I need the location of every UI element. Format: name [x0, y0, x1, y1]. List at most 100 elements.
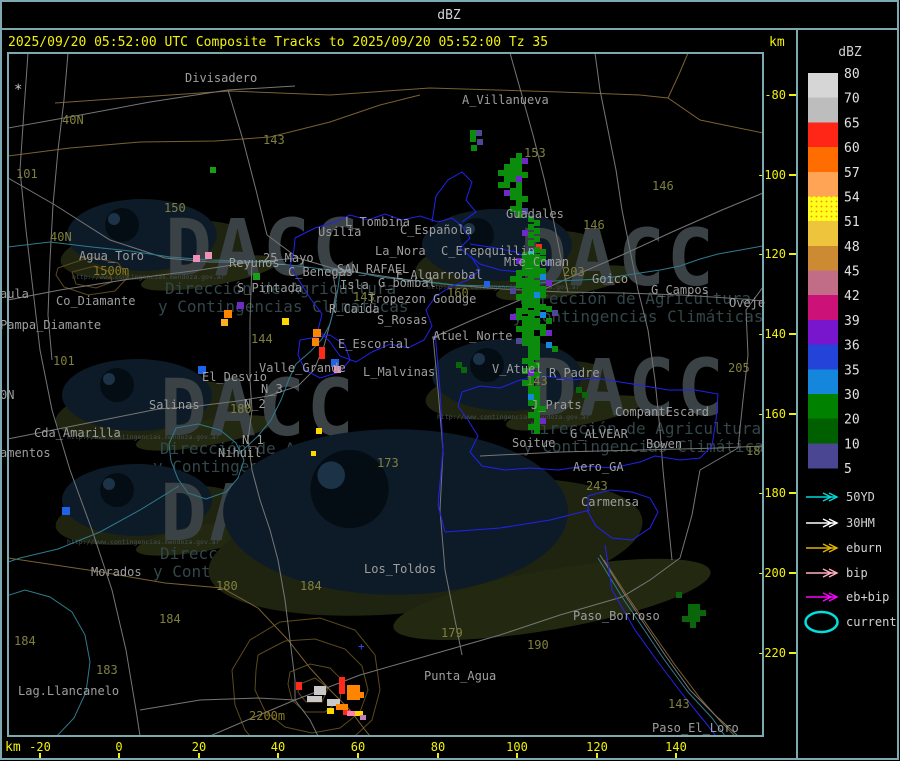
bottom-axis-tick-label: 60 [351, 740, 365, 754]
right-axis-tick-label: -100 [757, 168, 786, 182]
radar-echo-cell [522, 308, 528, 314]
track-marker [316, 428, 322, 434]
radar-echo-cell [528, 302, 534, 308]
place-label: E_Escorial [338, 337, 410, 351]
legend-label: 50YD [846, 490, 875, 504]
place-label: C_Española [400, 223, 472, 237]
place-label: Los_Toldos [364, 562, 436, 576]
radar-echo-cell [522, 278, 528, 284]
radar-echo-cell [528, 334, 534, 340]
radar-echo-cell [528, 412, 534, 418]
radar-echo-cell [576, 387, 582, 393]
radar-echo-cell [510, 158, 516, 164]
radar-echo-cell [528, 272, 534, 278]
km-unit-bottom: km [5, 740, 21, 755]
track-marker [253, 273, 260, 280]
radar-echo-cell [510, 288, 516, 294]
track-marker [327, 708, 334, 714]
colorbar-value-label: 48 [844, 240, 860, 255]
route-label: 146 [652, 179, 674, 193]
track-marker [224, 310, 232, 318]
track-marker [307, 696, 322, 702]
watermark-eye-glint [103, 373, 115, 385]
place-label: Cda_Amarilla [34, 426, 121, 440]
place-label: Valle_Grande [259, 361, 346, 375]
place-label: Reyunos [229, 256, 280, 270]
place-label: R_Padre [549, 366, 600, 380]
colorbar-segment [808, 221, 838, 247]
current-storm-ellipse-icon [804, 610, 839, 634]
contour-label: 1500m [93, 264, 129, 278]
radar-echo-cell [516, 314, 522, 320]
route-label: 173 [377, 456, 399, 470]
track-marker [296, 682, 302, 690]
track-marker [347, 711, 356, 716]
place-label: Mte_Coman [504, 255, 569, 269]
star-marker: * [14, 82, 22, 98]
watermark-subtitle: Dirección de Agricultura [530, 419, 761, 438]
radar-echo-cell [528, 328, 534, 334]
watermark-eye-glint [317, 461, 345, 489]
track-marker [221, 319, 228, 326]
radar-echo-cell [516, 200, 522, 206]
place-label: Bowen [646, 437, 682, 451]
radar-display: dBZ 2025/09/20 05:52:00 UTC Composite Tr… [0, 0, 899, 760]
place-label: Guadales [506, 207, 564, 221]
colorbar-segment [808, 73, 838, 99]
colorbar-value-label: 30 [844, 388, 860, 403]
km-unit-top: km [769, 35, 785, 50]
radar-echo-cell [522, 334, 528, 340]
radar-echo-cell [534, 280, 540, 286]
radar-echo-cell [546, 280, 552, 286]
radar-echo-cell [504, 182, 510, 188]
radar-echo-cell [522, 290, 528, 296]
watermark-eye-glint [103, 478, 115, 490]
radar-echo-cell [688, 604, 694, 610]
track-marker [312, 338, 319, 346]
place-label: Atuel_Norte [433, 329, 512, 343]
place-label: Morados [91, 565, 142, 579]
right-axis-tick-label: -220 [757, 646, 786, 660]
legend-label: eburn [846, 541, 882, 555]
track-legend: 50YD 30HM eburn bip eb+bip current [804, 490, 897, 634]
place-label: Oveje [729, 296, 765, 310]
road-secondary [667, 54, 689, 99]
radar-echo-cell [528, 322, 534, 328]
bottom-axis-tick-label: 20 [192, 740, 206, 754]
colorbar-value-label: 70 [844, 92, 860, 107]
radar-echo-cell [516, 276, 522, 282]
bottom-axis-tick-label: 140 [665, 740, 687, 754]
place-label: G_Campos [651, 283, 709, 297]
colorbar-segment [808, 196, 838, 222]
radar-echo-cell [528, 284, 534, 290]
route-label: 203 [563, 265, 585, 279]
radar-echo-cell [700, 610, 706, 616]
radar-echo-cell [516, 282, 522, 288]
colorbar-value-label: 45 [844, 265, 860, 280]
place-label: Goico [592, 272, 628, 286]
bottom-axis-tick-label: -20 [29, 740, 51, 754]
place-label: Punta_Agua [424, 669, 496, 683]
road [294, 699, 319, 735]
place-label: Nihuil [218, 446, 261, 460]
bottom-axis-tick-label: 80 [431, 740, 445, 754]
route-label: 153 [524, 146, 546, 160]
route-label: 180 [230, 402, 252, 416]
right-axis-tick-label: -180 [757, 486, 786, 500]
radar-echo-cell [522, 270, 528, 276]
place-label: J_Prats [531, 398, 582, 412]
radar-echo-cell [510, 276, 516, 282]
radar-echo-cell [528, 224, 534, 230]
route-label: 18 [746, 444, 760, 458]
watermark-eye-pupil [105, 208, 139, 242]
place-label: Carmensa [581, 495, 639, 509]
radar-echo-cell [534, 336, 540, 342]
place-label: Paso_Borroso [573, 609, 660, 623]
watermark-eye-glint [473, 353, 485, 365]
radar-echo-cell [534, 272, 540, 278]
track-marker [484, 281, 490, 287]
right-axis-tick-label: -200 [757, 566, 786, 580]
radar-echo-cell [534, 342, 540, 348]
radar-echo-cell [540, 286, 546, 292]
route-label: 184 [300, 579, 322, 593]
